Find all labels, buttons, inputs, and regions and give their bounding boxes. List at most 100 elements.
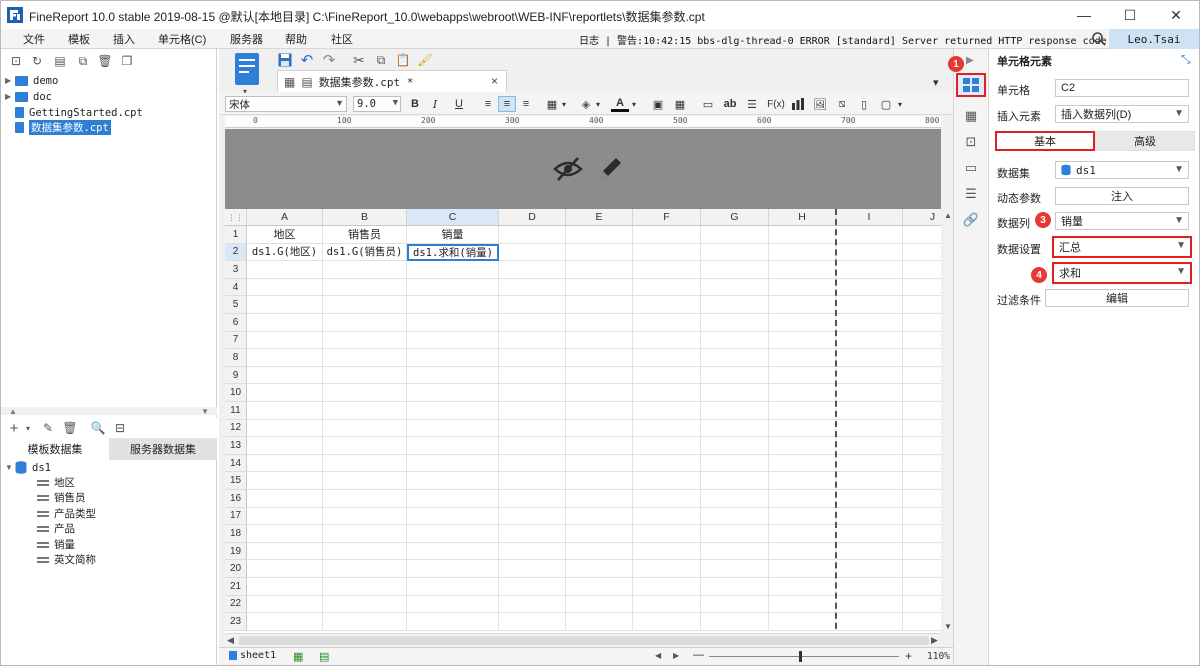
format-cell-icon[interactable]: ☰ xyxy=(743,96,761,112)
row-header[interactable]: 4 xyxy=(225,278,247,297)
grid-cell[interactable] xyxy=(323,278,407,297)
grid-cell[interactable] xyxy=(566,278,633,297)
grid-cell[interactable] xyxy=(836,366,903,385)
tab-basic[interactable]: 基本 xyxy=(995,131,1095,151)
field-item[interactable]: 销售员 xyxy=(37,490,86,505)
field-item[interactable]: 产品类型 xyxy=(37,506,96,521)
grid-cell[interactable] xyxy=(566,226,633,244)
cell-element-tab[interactable] xyxy=(956,73,986,97)
grid-cell[interactable] xyxy=(247,278,323,297)
grid-cell[interactable] xyxy=(701,314,769,332)
grid-cell[interactable] xyxy=(633,507,701,526)
grid-cell[interactable] xyxy=(247,490,323,508)
grid-cell[interactable] xyxy=(247,613,323,631)
panel-splitter[interactable]: ▲ ▼ xyxy=(1,407,217,416)
underline-button[interactable]: U xyxy=(450,96,468,112)
grid-cell[interactable] xyxy=(836,296,903,314)
row-header[interactable]: 15 xyxy=(225,472,247,490)
dataset-param-icon[interactable]: ⊟ xyxy=(113,421,127,435)
tree-item-ds1[interactable]: ▼ ds1 xyxy=(5,460,51,475)
grid-cell[interactable] xyxy=(247,595,323,614)
grid-cell[interactable] xyxy=(499,490,566,508)
tree-item-doc[interactable]: ▶ doc xyxy=(5,89,52,104)
horizontal-scrollbar[interactable]: ◀ ▶ xyxy=(225,633,941,647)
row-header[interactable]: 18 xyxy=(225,525,247,543)
grid-cell[interactable] xyxy=(769,296,836,314)
grid-cell[interactable] xyxy=(701,578,769,596)
menu-cell[interactable]: 单元格(C) xyxy=(158,31,206,47)
grid-cell[interactable] xyxy=(701,296,769,314)
grid-cell[interactable] xyxy=(247,384,323,402)
grid-cell[interactable] xyxy=(903,420,941,438)
grid-cell[interactable] xyxy=(247,402,323,420)
grid-cell[interactable] xyxy=(836,419,903,438)
grid-cell[interactable] xyxy=(566,490,633,508)
expand-panel-icon[interactable]: ▶ xyxy=(966,55,974,66)
grid-cell[interactable] xyxy=(903,490,941,508)
grid-cell[interactable] xyxy=(499,437,566,455)
grid-cell[interactable] xyxy=(903,384,941,402)
grid-cell[interactable] xyxy=(633,490,701,508)
image-icon[interactable]: 🖼 xyxy=(811,96,829,112)
grid-cell[interactable] xyxy=(499,402,566,420)
grid-cell[interactable] xyxy=(566,314,633,332)
column-header[interactable]: D xyxy=(499,209,566,226)
grid-cell[interactable] xyxy=(769,595,836,614)
grid-cell[interactable] xyxy=(633,384,701,402)
expand-arrow-icon[interactable]: ▶ xyxy=(5,92,15,101)
grid-cell[interactable] xyxy=(836,402,903,420)
close-tab-icon[interactable]: × xyxy=(491,74,498,88)
row-header[interactable]: 22 xyxy=(225,595,247,614)
grid-cell[interactable] xyxy=(903,560,941,578)
column-header[interactable]: A xyxy=(247,209,323,226)
dropdown-arrow-icon[interactable]: ▾ xyxy=(21,421,35,435)
grid-cell[interactable] xyxy=(566,507,633,526)
scroll-left-icon[interactable]: ◀ xyxy=(227,635,234,646)
menu-insert[interactable]: 插入 xyxy=(113,31,135,47)
minimize-button[interactable]: — xyxy=(1061,1,1107,29)
grid-cell[interactable] xyxy=(633,278,701,297)
grid-cell[interactable] xyxy=(769,542,836,561)
grid-cell[interactable] xyxy=(633,243,701,262)
tab-menu-icon[interactable]: ▾ xyxy=(933,76,939,89)
grid-cell[interactable] xyxy=(903,314,941,332)
row-header[interactable]: 1 xyxy=(225,226,247,244)
grid-cell[interactable] xyxy=(701,454,769,473)
grid-cell[interactable] xyxy=(323,454,407,473)
cell-attribute-icon[interactable]: ▦ xyxy=(962,107,980,125)
grid-cell[interactable] xyxy=(407,472,499,490)
delete-icon[interactable]: 🗑 xyxy=(97,54,112,68)
aggregate-select[interactable]: 求和 ▼ xyxy=(1052,262,1192,284)
grid-cell[interactable] xyxy=(903,525,941,543)
grid-cell[interactable] xyxy=(566,454,633,473)
sheet-tab[interactable]: sheet1 xyxy=(229,650,276,661)
menu-template[interactable]: 模板 xyxy=(68,31,90,47)
scrollbar-thumb[interactable] xyxy=(239,636,929,645)
row-header[interactable]: 19 xyxy=(225,542,247,561)
grid-cell[interactable] xyxy=(836,560,903,578)
grid-cell[interactable] xyxy=(566,613,633,631)
save-icon[interactable] xyxy=(277,52,293,68)
grid-cell[interactable] xyxy=(407,525,499,543)
zoom-slider-track[interactable] xyxy=(709,656,899,657)
column-header[interactable]: J xyxy=(903,209,941,226)
grid-cell[interactable] xyxy=(566,349,633,367)
grid-cell[interactable] xyxy=(633,314,701,332)
grid-cell[interactable] xyxy=(499,384,566,402)
grid-cell[interactable] xyxy=(836,595,903,614)
grid-cell[interactable] xyxy=(903,279,941,297)
grid-cell[interactable] xyxy=(247,261,323,279)
grid-cell[interactable] xyxy=(566,419,633,438)
grid-cell[interactable] xyxy=(769,384,836,402)
menu-community[interactable]: 社区 xyxy=(331,31,353,47)
grid-cell[interactable] xyxy=(903,296,941,314)
grid-cell[interactable] xyxy=(499,226,566,244)
hyperlink-icon[interactable]: 🔗 xyxy=(962,211,980,229)
grid-cell[interactable]: 销售员 xyxy=(323,226,407,244)
data-setting-select[interactable]: 汇总 ▼ xyxy=(1052,236,1192,258)
row-header[interactable]: 5 xyxy=(225,296,247,314)
grid-cell[interactable] xyxy=(903,437,941,455)
grid-cell[interactable] xyxy=(903,226,941,244)
grid-cell[interactable] xyxy=(407,490,499,508)
grid-cell[interactable] xyxy=(499,595,566,614)
